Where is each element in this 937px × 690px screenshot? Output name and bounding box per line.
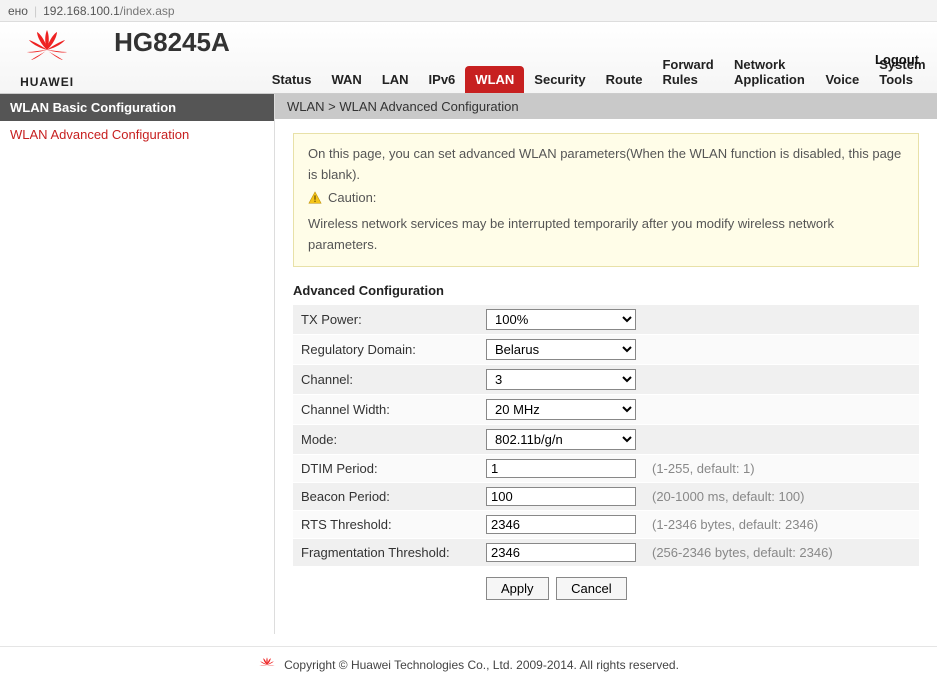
row-reg-domain: Regulatory Domain: Belarus — [293, 334, 919, 364]
nav-wan[interactable]: WAN — [321, 66, 371, 93]
warning-icon — [308, 191, 322, 205]
nav-security[interactable]: Security — [524, 66, 595, 93]
input-beacon[interactable] — [486, 487, 636, 506]
url-separator: | — [34, 4, 37, 18]
input-rts[interactable] — [486, 515, 636, 534]
url-prefix: ено — [8, 4, 28, 18]
apply-button[interactable]: Apply — [486, 577, 549, 600]
row-tx-power: TX Power: 100% — [293, 304, 919, 334]
hint-beacon: (20-1000 ms, default: 100) — [644, 482, 919, 510]
config-table: TX Power: 100% Regulatory Domain: Belaru… — [293, 304, 919, 610]
footer: Copyright © Huawei Technologies Co., Ltd… — [0, 646, 937, 690]
select-tx-power[interactable]: 100% — [486, 309, 636, 330]
input-frag[interactable] — [486, 543, 636, 562]
main-panel: WLAN > WLAN Advanced Configuration On th… — [275, 94, 937, 634]
nav-status[interactable]: Status — [262, 66, 322, 93]
logout-link[interactable]: Logout — [875, 52, 919, 67]
select-channel[interactable]: 3 — [486, 369, 636, 390]
label-tx-power: TX Power: — [293, 304, 478, 334]
content-row: WLAN Basic Configuration WLAN Advanced C… — [0, 94, 937, 634]
nav-network-application[interactable]: Network Application — [724, 51, 816, 93]
row-channel-width: Channel Width: 20 MHz — [293, 394, 919, 424]
row-rts: RTS Threshold: (1-2346 bytes, default: 2… — [293, 510, 919, 538]
brand-logo-wrap: HUAWEI — [0, 30, 94, 93]
caution-line: Caution: — [308, 188, 904, 209]
label-beacon: Beacon Period: — [293, 482, 478, 510]
footer-text: Copyright © Huawei Technologies Co., Ltd… — [284, 658, 679, 672]
label-reg-domain: Regulatory Domain: — [293, 334, 478, 364]
breadcrumb: WLAN > WLAN Advanced Configuration — [275, 94, 937, 119]
input-dtim[interactable] — [486, 459, 636, 478]
nav-ipv6[interactable]: IPv6 — [419, 66, 466, 93]
url-bar: ено | 192.168.100.1/index.asp — [0, 0, 937, 22]
footer-huawei-logo-icon — [258, 657, 276, 673]
url-host: 192.168.100.1 — [43, 4, 120, 18]
huawei-logo-icon — [23, 30, 71, 70]
model-name: HG8245A — [94, 27, 250, 88]
sidebar: WLAN Basic Configuration WLAN Advanced C… — [0, 94, 275, 634]
row-frag: Fragmentation Threshold: (256-2346 bytes… — [293, 538, 919, 566]
hint-frag: (256-2346 bytes, default: 2346) — [644, 538, 919, 566]
hint-rts: (1-2346 bytes, default: 2346) — [644, 510, 919, 538]
label-rts: RTS Threshold: — [293, 510, 478, 538]
header: HUAWEI HG8245A Status WAN LAN IPv6 WLAN … — [0, 22, 937, 94]
nav-forward-rules[interactable]: Forward Rules — [652, 51, 724, 93]
nav-wlan[interactable]: WLAN — [465, 66, 524, 93]
nav-route[interactable]: Route — [596, 66, 653, 93]
label-dtim: DTIM Period: — [293, 454, 478, 482]
brand-name: HUAWEI — [0, 75, 94, 89]
section-title: Advanced Configuration — [293, 283, 919, 298]
nav-voice[interactable]: Voice — [816, 66, 870, 93]
select-mode[interactable]: 802.11b/g/n — [486, 429, 636, 450]
notice-line1: On this page, you can set advanced WLAN … — [308, 144, 904, 186]
url-path: /index.asp — [120, 4, 175, 18]
label-channel-width: Channel Width: — [293, 394, 478, 424]
select-channel-width[interactable]: 20 MHz — [486, 399, 636, 420]
main-nav: Status WAN LAN IPv6 WLAN Security Route … — [250, 51, 937, 93]
row-dtim: DTIM Period: (1-255, default: 1) — [293, 454, 919, 482]
sidebar-item-wlan-advanced[interactable]: WLAN Advanced Configuration — [0, 121, 274, 148]
label-mode: Mode: — [293, 424, 478, 454]
row-mode: Mode: 802.11b/g/n — [293, 424, 919, 454]
caution-label: Caution: — [328, 188, 376, 209]
notice-box: On this page, you can set advanced WLAN … — [293, 133, 919, 267]
label-frag: Fragmentation Threshold: — [293, 538, 478, 566]
row-beacon: Beacon Period: (20-1000 ms, default: 100… — [293, 482, 919, 510]
notice-line2: Wireless network services may be interru… — [308, 214, 904, 256]
nav-lan[interactable]: LAN — [372, 66, 419, 93]
sidebar-item-wlan-basic[interactable]: WLAN Basic Configuration — [0, 94, 274, 121]
select-reg-domain[interactable]: Belarus — [486, 339, 636, 360]
cancel-button[interactable]: Cancel — [556, 577, 626, 600]
hint-dtim: (1-255, default: 1) — [644, 454, 919, 482]
buttons-row: Apply Cancel — [293, 566, 919, 610]
row-channel: Channel: 3 — [293, 364, 919, 394]
label-channel: Channel: — [293, 364, 478, 394]
